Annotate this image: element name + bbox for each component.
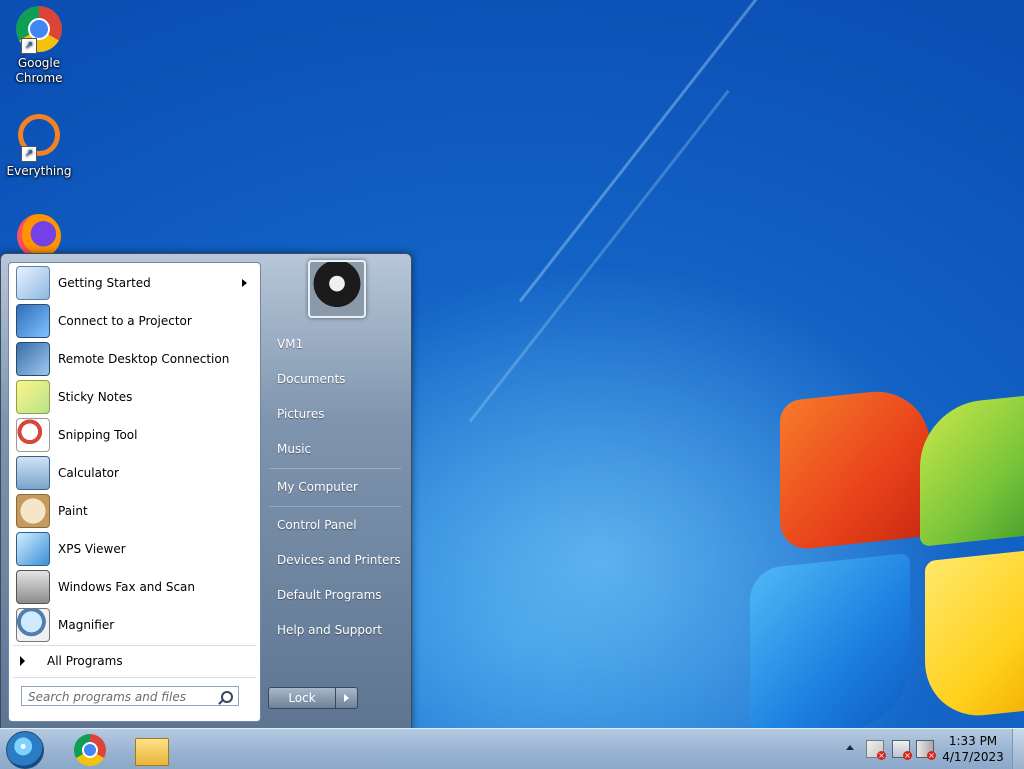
- program-label: XPS Viewer: [58, 542, 126, 556]
- magnifier-icon: [16, 608, 50, 642]
- everything-icon: ↗: [15, 114, 63, 162]
- search-icon[interactable]: [221, 691, 233, 703]
- wallpaper-light-streak: [468, 89, 730, 423]
- taskbar-explorer-button[interactable]: [126, 732, 178, 768]
- show-hidden-icons-button[interactable]: [846, 745, 854, 750]
- folder-icon: [135, 738, 169, 766]
- program-label: Paint: [58, 504, 88, 518]
- clock-time: 1:33 PM: [948, 734, 998, 748]
- program-label: Sticky Notes: [58, 390, 133, 404]
- desktop-icon-label: Everything: [6, 164, 72, 178]
- program-label: Magnifier: [58, 618, 115, 632]
- search-placeholder: Search programs and files: [28, 690, 186, 704]
- start-menu-programs-pane: Getting Started Connect to a Projector R…: [8, 262, 261, 722]
- start-link-devices-printers[interactable]: Devices and Printers: [269, 545, 412, 575]
- xps-viewer-icon: [16, 532, 50, 566]
- taskbar: × × × 1:33 PM 4/17/2023: [0, 728, 1024, 769]
- start-link-documents[interactable]: Documents: [269, 364, 412, 394]
- logo-green-pane: [920, 393, 1024, 547]
- start-link-user-folder[interactable]: VM1: [269, 329, 412, 359]
- desktop-icon-chrome[interactable]: ↗ Google Chrome: [4, 6, 74, 86]
- windows-logo-wallpaper: [740, 374, 1024, 746]
- getting-started-icon: [16, 266, 50, 300]
- start-link-pictures[interactable]: Pictures: [269, 399, 412, 429]
- start-link-control-panel[interactable]: Control Panel: [269, 510, 412, 540]
- chrome-icon: ↗: [15, 6, 63, 54]
- start-menu: Getting Started Connect to a Projector R…: [0, 253, 412, 730]
- lock-button[interactable]: Lock: [268, 687, 336, 709]
- divider: [269, 506, 401, 507]
- program-calculator[interactable]: Calculator: [12, 455, 257, 491]
- all-programs-button[interactable]: All Programs: [12, 649, 257, 673]
- program-connect-to-projector[interactable]: Connect to a Projector: [12, 303, 257, 339]
- clock-date: 4/17/2023: [942, 750, 1004, 764]
- paint-icon: [16, 494, 50, 528]
- show-desktop-button[interactable]: [1012, 729, 1024, 769]
- divider: [13, 677, 256, 678]
- program-label: Connect to a Projector: [58, 314, 192, 328]
- taskbar-clock[interactable]: 1:33 PM 4/17/2023: [940, 733, 1006, 765]
- start-button[interactable]: [6, 731, 44, 769]
- power-options-arrow-button[interactable]: [335, 687, 358, 709]
- fax-scan-icon: [16, 570, 50, 604]
- program-label: Remote Desktop Connection: [58, 352, 230, 366]
- program-label: Windows Fax and Scan: [58, 580, 196, 594]
- program-getting-started[interactable]: Getting Started: [12, 265, 257, 301]
- chrome-icon: [74, 734, 106, 766]
- avatar[interactable]: [308, 260, 366, 318]
- network-icon[interactable]: ×: [892, 740, 912, 760]
- program-fax-and-scan[interactable]: Windows Fax and Scan: [12, 569, 257, 605]
- program-paint[interactable]: Paint: [12, 493, 257, 529]
- program-label: Snipping Tool: [58, 428, 138, 442]
- calculator-icon: [16, 456, 50, 490]
- program-sticky-notes[interactable]: Sticky Notes: [12, 379, 257, 415]
- logo-yellow-pane: [925, 547, 1024, 722]
- shortcut-arrow-icon: ↗: [21, 38, 37, 54]
- program-label: Calculator: [58, 466, 119, 480]
- projector-icon: [16, 304, 50, 338]
- program-magnifier[interactable]: Magnifier: [12, 607, 257, 643]
- desktop-icon-everything[interactable]: ↗ Everything: [4, 110, 74, 179]
- logo-red-pane: [780, 385, 930, 552]
- desktop-icon-label: Google Chrome: [15, 56, 63, 85]
- start-link-music[interactable]: Music: [269, 434, 412, 464]
- volume-icon[interactable]: ×: [916, 740, 936, 760]
- logo-blue-pane: [750, 552, 910, 740]
- snipping-tool-icon: [16, 418, 50, 452]
- error-badge-icon: ×: [903, 751, 912, 760]
- sticky-notes-icon: [16, 380, 50, 414]
- start-link-help-support[interactable]: Help and Support: [269, 615, 412, 645]
- program-snipping-tool[interactable]: Snipping Tool: [12, 417, 257, 453]
- error-badge-icon: ×: [927, 751, 936, 760]
- shortcut-arrow-icon: ↗: [21, 146, 37, 162]
- divider: [13, 645, 256, 646]
- start-link-default-programs[interactable]: Default Programs: [269, 580, 412, 610]
- program-label: Getting Started: [58, 276, 151, 290]
- divider: [269, 468, 401, 469]
- start-link-my-computer[interactable]: My Computer: [269, 472, 412, 502]
- search-input[interactable]: Search programs and files: [21, 686, 239, 706]
- action-center-flag-icon[interactable]: ×: [866, 740, 886, 760]
- expand-arrow-icon: [20, 656, 25, 666]
- error-badge-icon: ×: [877, 751, 886, 760]
- submenu-arrow-icon: [242, 279, 247, 287]
- all-programs-label: All Programs: [47, 654, 123, 668]
- remote-desktop-icon: [16, 342, 50, 376]
- taskbar-chrome-button[interactable]: [64, 732, 116, 768]
- program-remote-desktop[interactable]: Remote Desktop Connection: [12, 341, 257, 377]
- program-xps-viewer[interactable]: XPS Viewer: [12, 531, 257, 567]
